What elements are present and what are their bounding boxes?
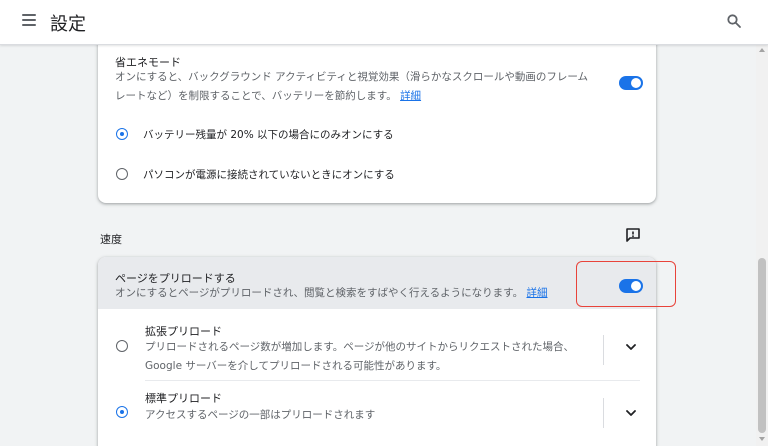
preload-toggle-highlight-box <box>576 261 676 307</box>
scrollbar-thumb[interactable] <box>758 258 766 433</box>
extended-preload-expand-chevron-down-icon[interactable] <box>620 336 642 358</box>
extended-preload-description-line1: プリロードされるページ数が増加します。ページが他のサイトからリクエストされた場合… <box>145 341 575 353</box>
scroll-down-arrow-icon[interactable] <box>759 437 765 441</box>
extended-preload-radio[interactable] <box>116 340 128 352</box>
top-bar: 設定 <box>0 0 768 45</box>
search-icon[interactable] <box>726 13 742 29</box>
energy-saver-description-text: レートなど）を制限することで、バッテリーを節約します。 <box>115 90 397 102</box>
extended-preload-description: プリロードされるページ数が増加します。ページが他のサイトからリクエストされた場合… <box>145 338 595 376</box>
feedback-icon[interactable] <box>625 227 641 243</box>
preload-card: ページをプリロードする オンにするとページがプリロードされ、閲覧と検索をすばやく… <box>98 257 656 446</box>
page-title: 設定 <box>50 14 86 35</box>
divider <box>145 380 640 381</box>
energy-option-unplugged-label[interactable]: パソコンが電源に接続されていないときにオンにする <box>143 167 395 182</box>
extended-preload-description-line2: Google サーバーを介してプリロードされる可能性があります。 <box>145 360 447 372</box>
settings-content[interactable]: 省エネモード オンにすると、バックグラウンド アクティビティと視覚効果（滑らかな… <box>0 45 756 446</box>
speed-section-label: 速度 <box>100 233 122 246</box>
divider <box>603 398 604 428</box>
energy-saver-description-line1: オンにすると、バックグラウンド アクティビティと視覚効果（滑らかなスクロールや動… <box>115 71 589 83</box>
energy-option-battery-label[interactable]: バッテリー残量が 20% 以下の場合にのみオンにする <box>143 127 394 142</box>
energy-saver-toggle[interactable] <box>619 76 643 90</box>
energy-option-unplugged-radio[interactable] <box>116 168 128 180</box>
standard-preload-radio[interactable] <box>116 406 128 418</box>
energy-saver-description-line2: レートなど）を制限することで、バッテリーを節約します。 詳細 <box>115 87 605 106</box>
energy-saver-description: オンにすると、バックグラウンド アクティビティと視覚効果（滑らかなスクロールや動… <box>115 68 605 106</box>
preload-description-text: オンにするとページがプリロードされ、閲覧と検索をすばやく行えるようになります。 <box>115 287 524 299</box>
extended-preload-title[interactable]: 拡張プリロード <box>145 323 222 339</box>
divider <box>603 335 604 365</box>
standard-preload-description: アクセスするページの一部はプリロードされます <box>145 409 376 421</box>
scroll-up-arrow-icon[interactable] <box>759 48 765 52</box>
vertical-scrollbar[interactable] <box>756 45 768 446</box>
standard-preload-title[interactable]: 標準プリロード <box>145 390 222 406</box>
energy-saver-card: 省エネモード オンにすると、バックグラウンド アクティビティと視覚効果（滑らかな… <box>98 45 656 203</box>
preload-details-link[interactable]: 詳細 <box>526 287 547 299</box>
energy-saver-details-link[interactable]: 詳細 <box>400 90 421 102</box>
energy-option-battery-radio[interactable] <box>116 128 128 140</box>
preload-description: オンにするとページがプリロードされ、閲覧と検索をすばやく行えるようになります。 … <box>115 284 585 303</box>
toggle-knob <box>631 78 641 88</box>
hamburger-menu-icon[interactable] <box>22 14 36 26</box>
standard-preload-expand-chevron-down-icon[interactable] <box>620 402 642 424</box>
